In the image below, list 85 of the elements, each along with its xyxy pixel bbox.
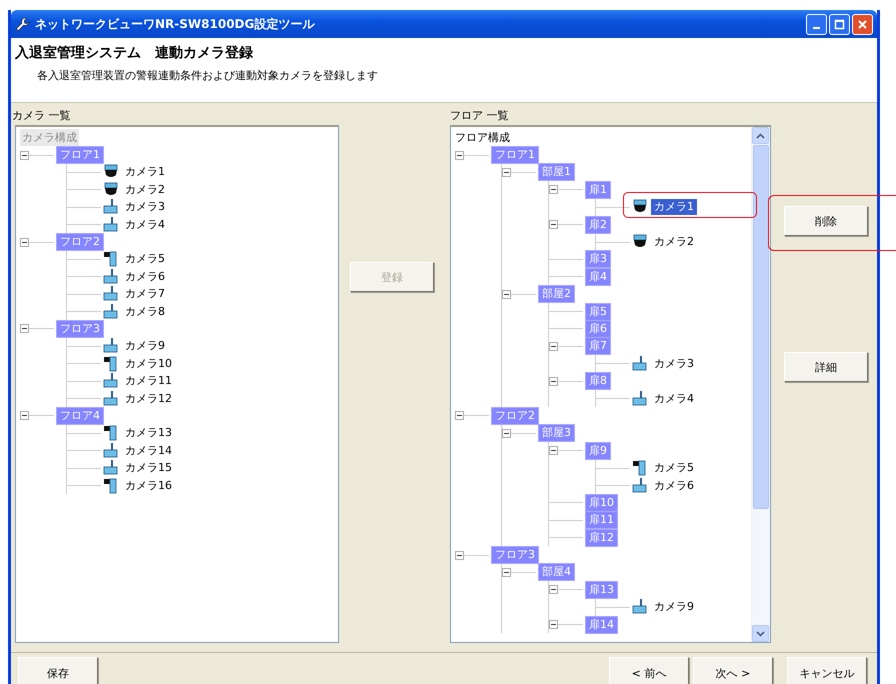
camera-node[interactable]: カメラ3 <box>122 199 168 216</box>
camera-icon <box>632 599 648 616</box>
camera-node[interactable]: カメラ16 <box>122 478 175 494</box>
collapse-toggle[interactable] <box>549 342 558 351</box>
camera-icon <box>632 390 648 407</box>
collapse-toggle[interactable] <box>549 446 558 456</box>
camera-icon <box>103 442 119 459</box>
camera-node[interactable]: カメラ3 <box>651 356 697 372</box>
nav-button[interactable]: キャンセル <box>787 657 867 684</box>
collapse-toggle[interactable] <box>502 428 511 438</box>
camera-node[interactable]: カメラ2 <box>122 182 168 198</box>
camera-node[interactable]: カメラ15 <box>122 460 175 476</box>
camera-icon <box>103 216 119 233</box>
maximize-icon <box>834 18 845 30</box>
camera-node[interactable]: カメラ7 <box>122 286 168 302</box>
collapse-toggle[interactable] <box>20 238 29 247</box>
camera-icon <box>632 356 648 372</box>
camera-node[interactable]: カメラ6 <box>122 268 168 285</box>
camera-node[interactable]: カメラ5 <box>651 460 697 476</box>
camera-icon <box>103 390 119 407</box>
camera-icon <box>632 478 648 494</box>
collapse-toggle[interactable] <box>20 150 29 160</box>
collapse-toggle[interactable] <box>502 290 511 299</box>
camera-node[interactable]: カメラ4 <box>122 216 168 233</box>
collapse-toggle[interactable] <box>455 150 464 160</box>
tree-root: フロア構成 <box>455 130 511 146</box>
wall-camera-icon <box>103 356 119 372</box>
minimize-icon <box>813 27 820 29</box>
camera-icon <box>103 460 119 476</box>
wall-camera-icon <box>103 478 119 494</box>
camera-icon <box>103 338 119 354</box>
scrollbar[interactable] <box>751 127 770 642</box>
camera-node[interactable]: カメラ12 <box>122 390 175 407</box>
camera-node[interactable]: カメラ1 <box>122 164 168 180</box>
camera-icon <box>103 373 119 390</box>
camera-node[interactable]: カメラ11 <box>122 373 175 390</box>
panel-label: カメラ 一覧 <box>12 108 72 124</box>
camera-node[interactable]: カメラ10 <box>122 356 175 372</box>
camera-icon <box>103 268 119 285</box>
wall-camera-icon <box>103 251 119 268</box>
save-button[interactable]: 保存 <box>18 657 98 684</box>
close-button[interactable] <box>852 14 873 34</box>
wrench-icon <box>15 16 30 32</box>
scroll-up-icon[interactable] <box>752 127 769 144</box>
page-title: 入退室管理システム 連動カメラ登録 <box>15 44 254 62</box>
collapse-toggle[interactable] <box>549 620 558 630</box>
collapse-toggle[interactable] <box>455 550 464 560</box>
page-description: 各入退室管理装置の警報連動条件および連動対象カメラを登録します <box>37 68 379 83</box>
camera-node[interactable]: カメラ6 <box>651 478 697 494</box>
camera-node[interactable]: カメラ9 <box>122 338 168 354</box>
tree-root: カメラ構成 <box>20 129 79 146</box>
nav-button[interactable]: < 前へ <box>609 657 689 684</box>
collapse-toggle[interactable] <box>20 324 29 334</box>
action-button[interactable]: 削除 <box>784 206 868 236</box>
collapse-toggle[interactable] <box>502 568 511 577</box>
camera-icon <box>103 304 119 320</box>
scroll-thumb[interactable] <box>753 145 769 509</box>
window-title: ネットワークビューワNR-SW8100DG設定ツール <box>35 16 316 32</box>
camera-icon <box>103 286 119 302</box>
camera-node[interactable]: カメラ1 <box>651 199 697 216</box>
collapse-toggle[interactable] <box>549 585 558 594</box>
camera-node[interactable]: カメラ9 <box>651 599 697 616</box>
camera-node[interactable]: カメラ8 <box>122 304 168 320</box>
scroll-down-icon[interactable] <box>752 625 769 642</box>
camera-node[interactable]: カメラ14 <box>122 442 175 459</box>
collapse-toggle[interactable] <box>549 185 558 194</box>
nav-button[interactable]: 次へ > <box>693 657 773 684</box>
close-icon <box>857 18 868 30</box>
wall-camera-icon <box>103 425 119 442</box>
camera-icon <box>103 199 119 216</box>
camera-node[interactable]: カメラ2 <box>651 234 697 250</box>
collapse-toggle[interactable] <box>20 411 29 420</box>
collapse-toggle[interactable] <box>549 376 558 386</box>
camera-node[interactable]: カメラ13 <box>122 425 175 442</box>
dome-camera-icon <box>103 182 119 198</box>
camera-node[interactable]: カメラ4 <box>651 390 697 407</box>
collapse-toggle[interactable] <box>502 168 511 177</box>
minimize-button[interactable] <box>806 14 827 34</box>
camera-node[interactable]: カメラ5 <box>122 251 168 268</box>
panel-label: フロア 一覧 <box>450 108 510 124</box>
collapse-toggle[interactable] <box>549 220 558 230</box>
maximize-button[interactable] <box>829 14 850 34</box>
action-button[interactable]: 詳細 <box>784 352 868 382</box>
wall-camera-icon <box>632 460 648 476</box>
collapse-toggle[interactable] <box>455 411 464 420</box>
